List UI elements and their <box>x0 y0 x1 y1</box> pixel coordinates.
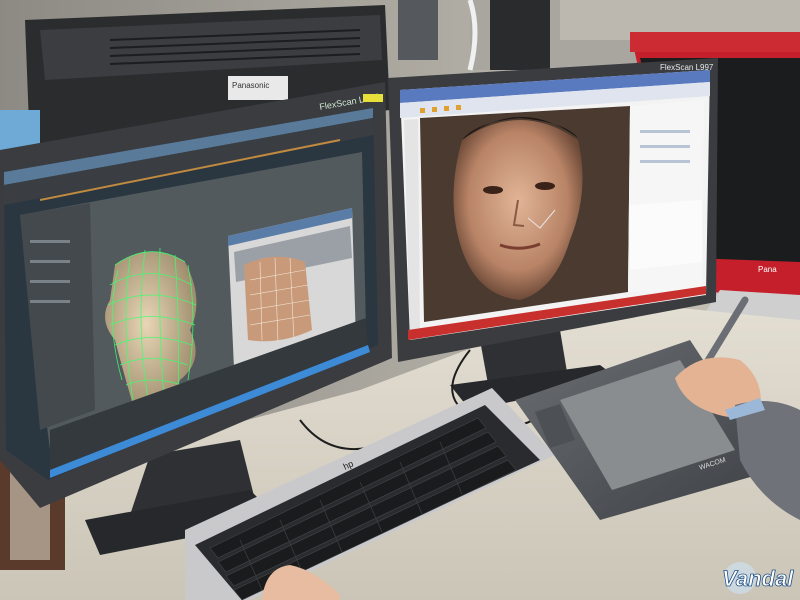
watermark-text: Vandal <box>722 566 794 591</box>
vandal-watermark: Vandal <box>722 562 795 594</box>
svg-text:Pana: Pana <box>758 265 777 274</box>
face-photo <box>420 106 630 322</box>
right-monitor-brand: FlexScan L997 <box>660 63 714 72</box>
back-monitor-brand: Panasonic <box>232 81 269 90</box>
office-workstation-photo: Panasonic Pana FlexScan L997 FlexScan L9… <box>0 0 800 600</box>
